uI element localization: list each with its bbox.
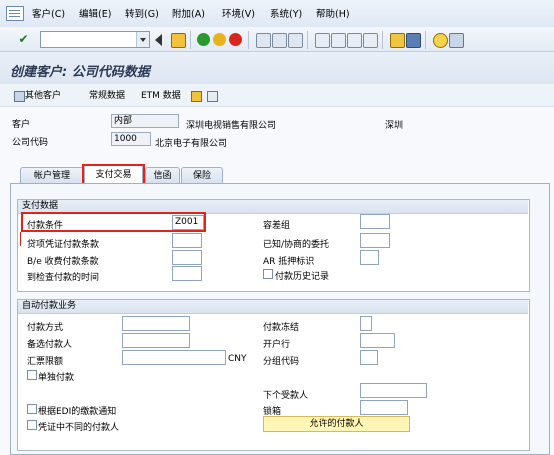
toolbar-separator — [248, 31, 249, 49]
cancel-icon[interactable] — [229, 33, 242, 46]
application-toolbar — [0, 84, 554, 107]
menu-environment[interactable]: 环境(V) — [220, 8, 257, 22]
exchange-limit-label: 汇票限额 — [27, 357, 64, 367]
help-icon[interactable] — [433, 33, 448, 48]
exchange-limit-input[interactable] — [122, 350, 226, 365]
tolerance-group-input[interactable] — [360, 214, 390, 229]
alternative-payee-label: 备选付款人 — [27, 340, 73, 350]
allowed-payees-button[interactable]: 允许的付款人 — [263, 416, 410, 432]
grouping-key-label: 分组代码 — [263, 357, 300, 367]
last-page-icon[interactable] — [363, 33, 378, 48]
company-name: 北京电子有限公司 — [155, 139, 228, 149]
print-icon[interactable] — [256, 33, 271, 48]
auto-payment-heading: 自动付款业务 — [18, 300, 528, 314]
first-page-icon[interactable] — [315, 33, 330, 48]
tab-correspondence[interactable]: 信函 — [145, 167, 180, 184]
toolbar-separator — [307, 31, 308, 49]
customer-label: 客户 — [12, 120, 31, 130]
check-time-input[interactable] — [172, 266, 202, 281]
payment-block-input[interactable] — [360, 316, 372, 331]
system-menu-icon[interactable] — [6, 6, 24, 21]
different-payee-checkbox[interactable] — [27, 420, 37, 430]
next-page-icon[interactable] — [347, 33, 362, 48]
be-terms-input[interactable] — [172, 250, 202, 265]
single-payment-label: 单独付款 — [38, 373, 75, 383]
known-leave-input[interactable] — [360, 233, 390, 248]
back-arrow-icon[interactable] — [155, 34, 162, 46]
different-payee-label: 凭证中不同的付款人 — [38, 423, 120, 433]
menu-customer[interactable]: 客户(C) — [30, 8, 67, 22]
previous-page-icon[interactable] — [331, 33, 346, 48]
etm-data-button[interactable]: ETM 数据 — [141, 89, 181, 103]
credit-memo-terms-label: 贷项凭证付款条款 — [27, 240, 100, 250]
menu-extras[interactable]: 附加(A) — [170, 8, 207, 22]
save-icon[interactable] — [171, 33, 186, 48]
enter-icon[interactable]: ✔ — [17, 33, 30, 46]
alternative-payee-input[interactable] — [122, 333, 190, 348]
next-payee-label: 下个受款人 — [263, 391, 309, 401]
lockbox-input[interactable] — [360, 400, 408, 415]
company-code-label: 公司代码 — [12, 138, 49, 148]
tab-insurance[interactable]: 保险 — [181, 167, 223, 184]
toolbar-separator — [190, 31, 191, 49]
customer-city: 深圳 — [385, 121, 404, 131]
toolbar-separator — [382, 31, 383, 49]
edi-advice-label: 根据EDI的缴款通知 — [38, 407, 117, 417]
required-marker — [20, 232, 21, 246]
single-payment-checkbox[interactable] — [27, 370, 37, 380]
toolbar-separator — [425, 31, 426, 49]
house-bank-input[interactable] — [360, 333, 395, 348]
exit-icon[interactable] — [213, 33, 226, 46]
payment-methods-input[interactable] — [122, 316, 190, 331]
customer-name: 深圳电视销售有限公司 — [186, 121, 277, 131]
other-customer-icon[interactable] — [14, 91, 25, 102]
page-title: 创建客户: 公司代码数据 — [10, 65, 150, 80]
payment-history-checkbox[interactable] — [263, 269, 273, 279]
command-field[interactable] — [40, 31, 150, 48]
next-payee-input[interactable] — [360, 383, 427, 398]
house-bank-label: 开户行 — [263, 340, 291, 350]
payment-history-label: 付款历史记录 — [275, 272, 330, 282]
back-icon[interactable] — [197, 33, 210, 46]
other-customer-button[interactable]: 其他客户 — [25, 89, 61, 103]
edi-advice-checkbox[interactable] — [27, 404, 37, 414]
tab-account-management[interactable]: 帐户管理 — [20, 167, 84, 184]
payment-methods-label: 付款方式 — [27, 323, 64, 333]
new-session-icon[interactable] — [390, 33, 405, 48]
menu-edit[interactable]: 编辑(E) — [77, 8, 113, 22]
payment-block-label: 付款冻结 — [263, 323, 300, 333]
ar-pledge-input[interactable] — [360, 250, 379, 265]
tolerance-group-label: 容差组 — [263, 221, 291, 231]
find-icon[interactable] — [272, 33, 287, 48]
general-data-button[interactable]: 常规数据 — [89, 89, 125, 103]
credit-memo-terms-input[interactable] — [172, 233, 202, 248]
layout-menu-icon[interactable] — [449, 33, 464, 48]
menu-system[interactable]: 系统(Y) — [268, 8, 304, 22]
company-code-field[interactable]: 1000 — [111, 132, 151, 146]
payment-terms-highlight-box — [21, 212, 206, 232]
grouping-key-input[interactable] — [360, 350, 378, 365]
shortcut-icon[interactable] — [406, 33, 421, 48]
find-next-icon[interactable] — [288, 33, 303, 48]
menu-help[interactable]: 帮助(H) — [314, 8, 352, 22]
currency-label: CNY — [228, 354, 247, 364]
ar-pledge-label: AR 抵押标识 — [263, 257, 315, 267]
be-terms-label: B/e 收费付款条款 — [27, 257, 99, 267]
customer-field[interactable]: 内部 — [111, 114, 179, 128]
known-leave-label: 已知/协商的委托 — [263, 240, 330, 250]
menu-goto[interactable]: 转到(G) — [123, 8, 161, 22]
admin-data-icon[interactable] — [191, 91, 202, 102]
check-time-label: 到检查付款的时间 — [27, 273, 100, 283]
additional-data-icon[interactable] — [207, 91, 218, 102]
